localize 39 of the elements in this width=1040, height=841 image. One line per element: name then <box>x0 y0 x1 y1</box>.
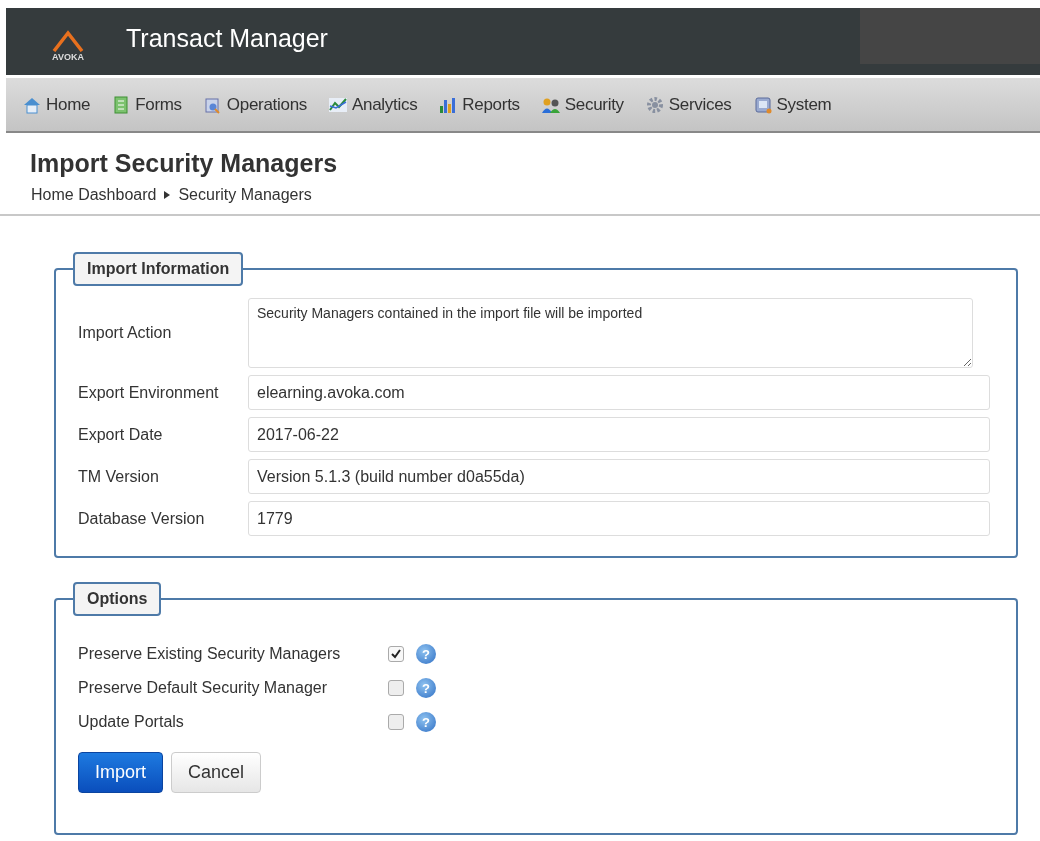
monitor-icon <box>752 95 773 114</box>
nav-item[interactable]: Forms <box>105 94 188 115</box>
breadcrumb-link[interactable]: Security Managers <box>178 186 312 204</box>
checkbox[interactable] <box>388 646 404 662</box>
field-label: Export Environment <box>78 383 220 402</box>
breadcrumb-link[interactable]: Home Dashboard <box>31 186 157 204</box>
logo-icon <box>51 29 85 52</box>
nav-item[interactable]: Reports <box>432 94 526 115</box>
line-chart-icon <box>328 95 348 114</box>
logo-text: AVOKA <box>52 51 84 62</box>
checkbox[interactable] <box>388 714 404 730</box>
nav-item[interactable]: Security <box>534 94 630 115</box>
panel-legend: Import Information <box>73 252 244 286</box>
gear-icon <box>644 95 665 114</box>
nav-item[interactable]: Analytics <box>322 94 424 115</box>
nav-item[interactable]: Home <box>16 94 97 115</box>
nav-item[interactable]: System <box>746 94 838 115</box>
triangle-icon <box>164 191 171 199</box>
page-title: Import Security Managers <box>30 149 339 178</box>
field-label: TM Version <box>78 467 160 486</box>
app-title: Transact Manager <box>126 24 328 53</box>
input-field[interactable]: Version 5.1.3 (build number d0a55da) <box>248 459 990 494</box>
house-icon <box>22 95 42 114</box>
option-label: Update Portals <box>78 713 185 731</box>
import-button[interactable]: Import <box>78 752 163 793</box>
field-label: Database Version <box>78 509 206 528</box>
text-area[interactable]: Security Managers contained in the import file will be imported <box>248 298 973 368</box>
checkbox[interactable] <box>388 680 404 696</box>
option-label: Preserve Existing Security Managers <box>78 645 342 663</box>
input-field[interactable]: elearning.avoka.com <box>248 375 990 410</box>
input-field[interactable]: 1779 <box>248 501 990 536</box>
nav-item[interactable]: Services <box>638 94 738 115</box>
input-field[interactable]: 2017-06-22 <box>248 417 990 452</box>
field-label: Export Date <box>78 425 164 444</box>
nav-item[interactable]: Operations <box>196 94 313 115</box>
field-label: Import Action <box>78 324 173 342</box>
panel-legend: Options <box>73 582 162 616</box>
option-label: Preserve Default Security Manager <box>78 679 328 697</box>
cancel-button[interactable]: Cancel <box>171 752 262 793</box>
